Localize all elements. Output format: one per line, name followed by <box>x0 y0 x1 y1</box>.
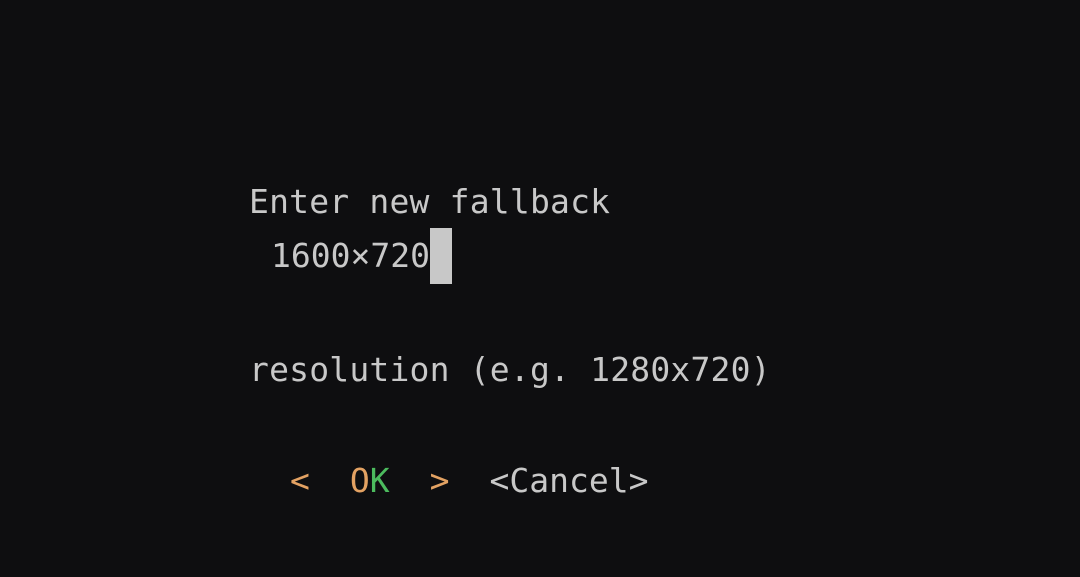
prompt-line-1: Enter new fallback <box>249 182 611 221</box>
cancel-button[interactable]: <Cancel> <box>490 456 649 506</box>
terminal-dialog: Enter new fallback resolution (e.g. 1280… <box>0 0 1080 577</box>
ok-right-bracket: > <box>429 461 450 500</box>
prompt-line-2: resolution (e.g. 1280x720) <box>249 350 771 389</box>
ok-label-o: O <box>349 461 370 500</box>
button-row: < OK > <Cancel> <box>290 456 648 506</box>
resolution-input[interactable]: 1600×720 <box>271 228 452 284</box>
ok-label-k-hotkey: K <box>369 461 390 500</box>
text-cursor <box>429 228 452 284</box>
ok-left-bracket: < <box>290 461 310 500</box>
ok-button[interactable]: < OK > <box>290 456 450 506</box>
resolution-input-value: 1600×720 <box>271 236 430 275</box>
prompt-text: Enter new fallback resolution (e.g. 1280… <box>249 62 771 510</box>
